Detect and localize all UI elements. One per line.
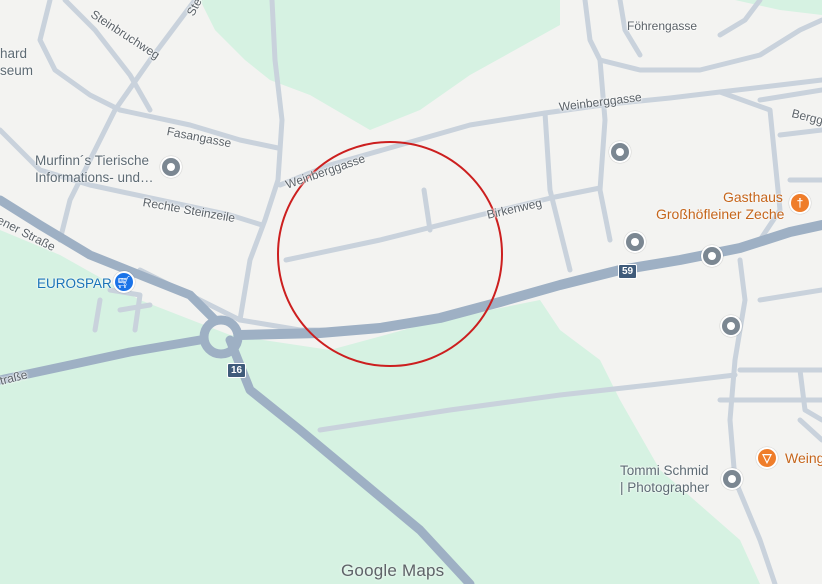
monument-icon[interactable]	[624, 231, 646, 253]
map-canvas[interactable]: Steinbruchweg Stei Fasangasse Rechte Ste…	[0, 0, 822, 584]
brand-google: Google	[341, 561, 398, 580]
road-east-north	[717, 0, 763, 38]
place-pin-icon[interactable]	[720, 315, 742, 337]
route-shield-16: 16	[227, 363, 247, 378]
poi-label-murfinn-line2: Informations- und…	[35, 170, 154, 185]
poi-label-gasthaus-line1: Gasthaus	[723, 189, 783, 205]
poi-label-museum-partial-1: hard	[0, 46, 28, 61]
poi-label-tommi-line1: Tommi Schmid	[620, 463, 709, 478]
road-east-grid	[757, 87, 822, 183]
place-pin-icon[interactable]	[721, 468, 743, 490]
poi-label-tommi-line2: | Photographer	[620, 480, 710, 495]
poi-label-eurospar: EUROSPAR	[37, 276, 112, 291]
shopping-cart-icon[interactable]: 🛒︎	[113, 271, 135, 293]
poi-label-museum-partial-2: seum	[0, 63, 34, 78]
park-area-top	[200, 0, 560, 130]
place-pin-icon[interactable]	[609, 141, 631, 163]
brand-maps: Maps	[401, 561, 445, 580]
poi-label-murfinn-line1: Murfinn´s Tierische	[35, 153, 150, 168]
route-shield-59: 59	[618, 264, 638, 279]
road-birken-spur	[421, 187, 433, 233]
museum-icon[interactable]	[701, 245, 723, 267]
poi-label-gasthaus-line2: Großhöfleiner Zeche	[656, 206, 785, 222]
road-vertical-mid1	[542, 110, 573, 273]
fork-knife-icon[interactable]: †	[789, 192, 811, 214]
google-maps-logo: Google Maps	[341, 561, 444, 581]
wine-glass-icon[interactable]: ▽	[756, 447, 778, 469]
place-pin-icon[interactable]	[160, 156, 182, 178]
poi-label-weing: Weing	[785, 450, 822, 466]
street-label-foehrengasse: Föhrengasse	[627, 19, 698, 33]
